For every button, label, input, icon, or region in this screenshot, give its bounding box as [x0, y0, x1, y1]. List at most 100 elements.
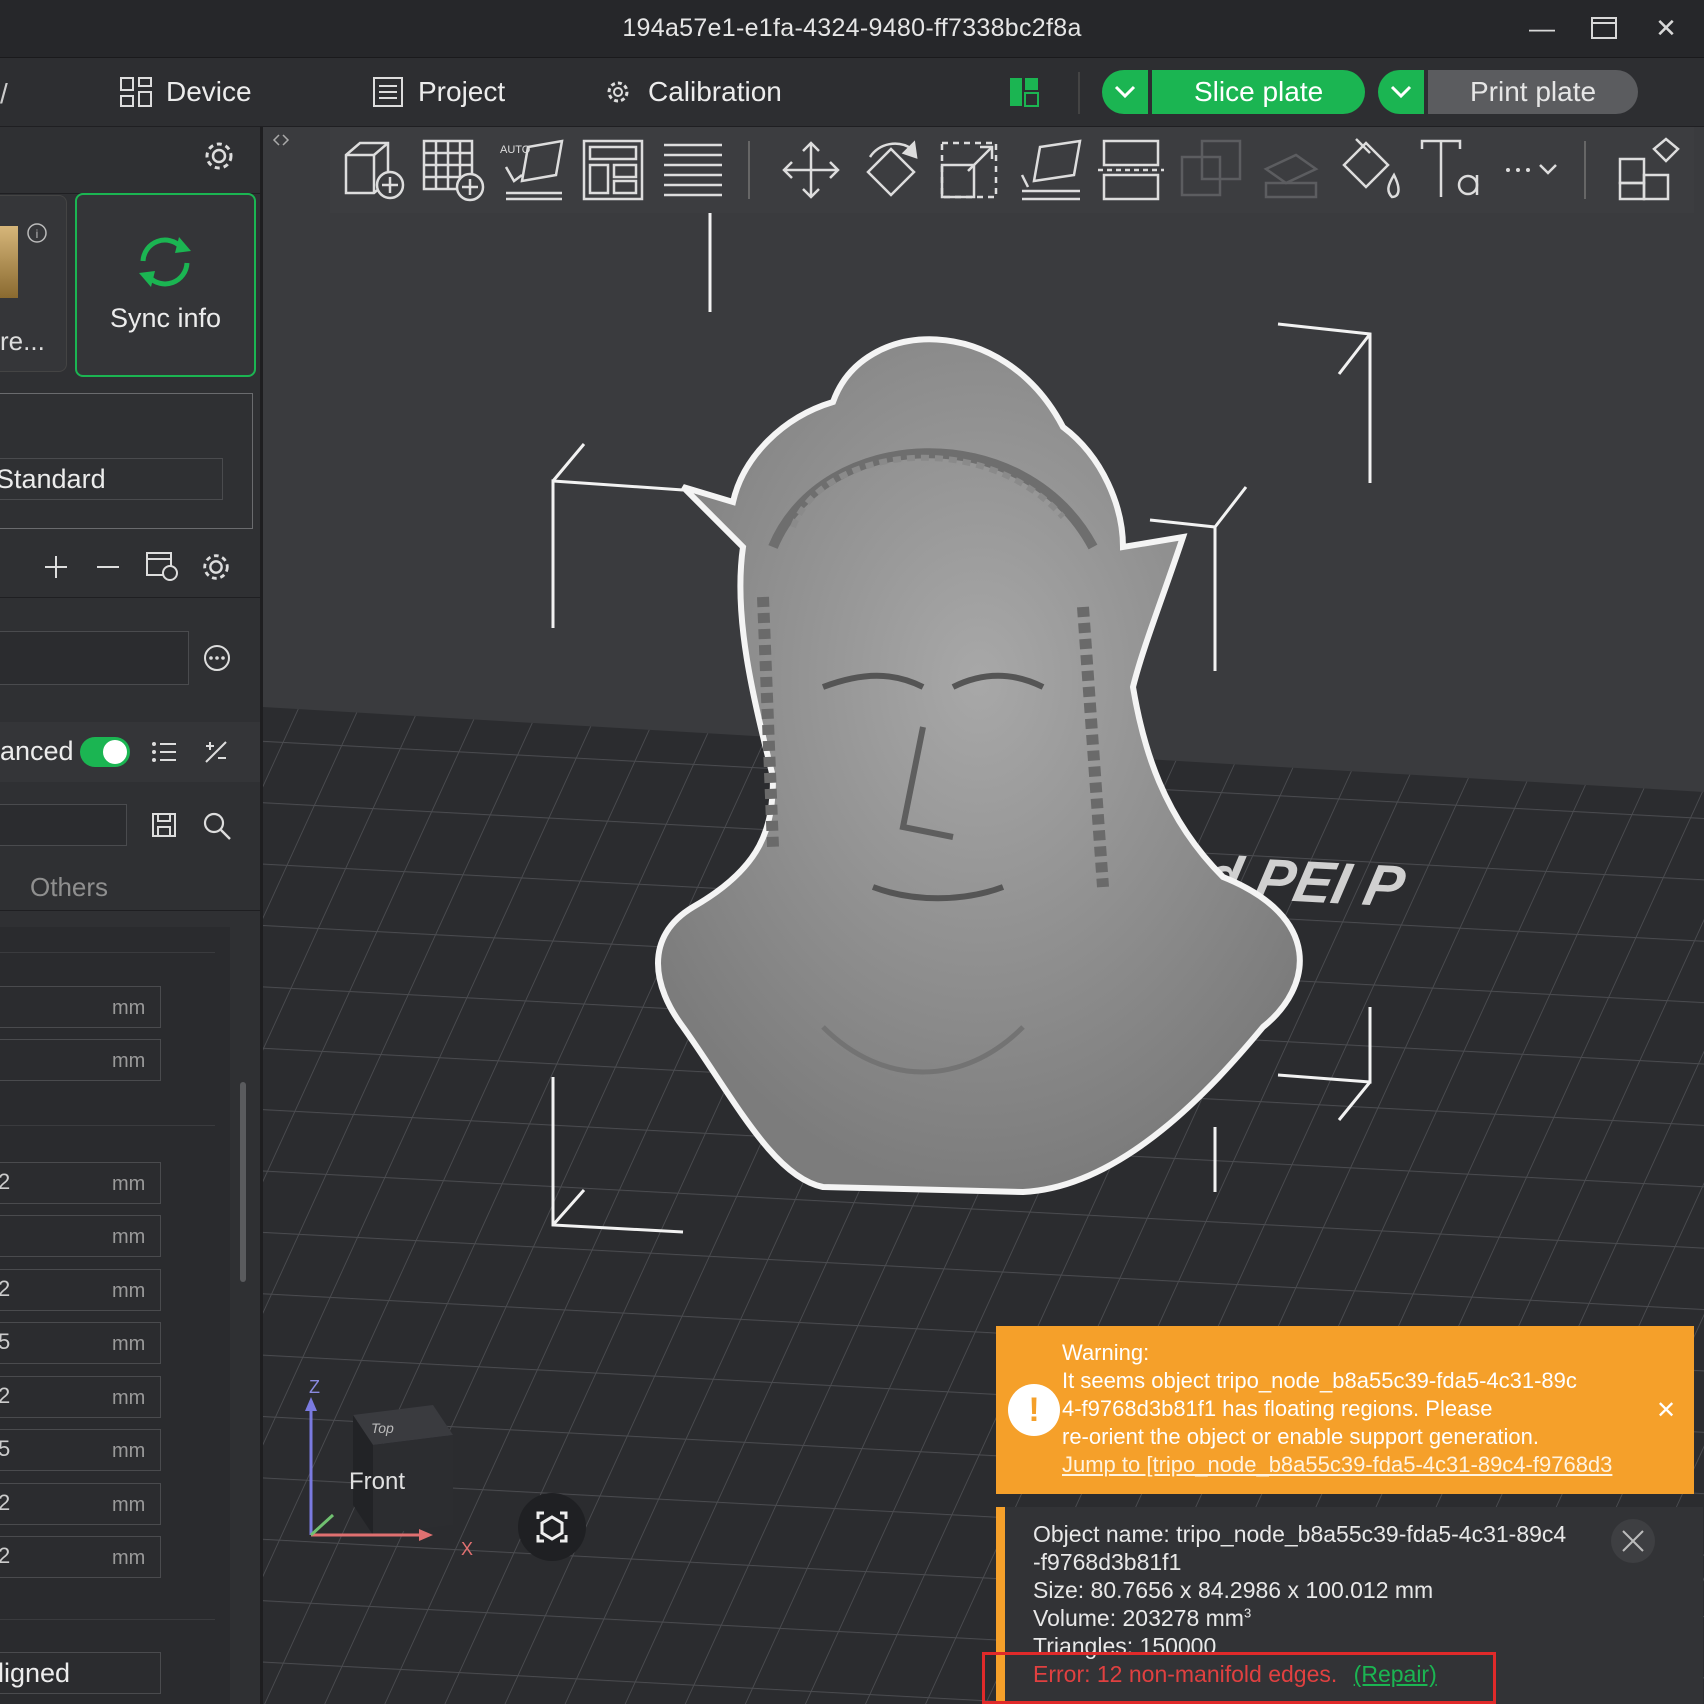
scale-tool-button[interactable]	[936, 135, 1006, 205]
rotate-tool-button[interactable]	[856, 135, 926, 205]
arrange-button[interactable]	[578, 135, 648, 205]
slice-plate-button[interactable]: Slice plate	[1102, 70, 1366, 114]
collapse-sidebar-icon[interactable]	[271, 131, 291, 149]
text-icon	[1420, 139, 1479, 197]
maximize-icon	[1591, 17, 1617, 39]
setting-field-9[interactable]: 2 mm	[0, 1483, 161, 1525]
close-warning-button[interactable]: ✕	[1656, 1396, 1676, 1425]
print-dropdown-button[interactable]	[1378, 70, 1424, 114]
boolean-tool-button[interactable]	[1176, 135, 1246, 205]
auto-orient-icon: AUTO	[500, 139, 564, 201]
object-name-line-2: -f9768d3b81f1	[1033, 1549, 1182, 1575]
main-menu-bar: / Device Project Calibration Slice plate…	[0, 58, 1704, 127]
minimize-button[interactable]: —	[1520, 10, 1564, 46]
setting-field-1[interactable]: mm	[0, 986, 161, 1028]
divider	[0, 1619, 215, 1620]
cut-tool-button[interactable]	[1096, 135, 1166, 205]
move-icon	[782, 141, 840, 199]
advanced-toggle[interactable]	[80, 737, 130, 767]
toolbar-separator	[748, 141, 750, 199]
rotate-icon	[866, 140, 918, 197]
project-icon	[373, 77, 403, 107]
sidebar-scrollbar[interactable]	[240, 1082, 246, 1282]
warning-icon: !	[1008, 1384, 1060, 1436]
add-icon[interactable]	[42, 553, 70, 581]
search-icon[interactable]	[202, 811, 232, 841]
unit-label: mm	[112, 1280, 146, 1302]
save-icon[interactable]	[150, 811, 178, 839]
tab-calibration[interactable]: Calibration	[600, 70, 782, 114]
split-layers-button[interactable]	[658, 135, 728, 205]
info-icon[interactable]: i	[26, 222, 48, 244]
printer-card[interactable]: i re...	[0, 195, 67, 372]
reset-view-button[interactable]	[518, 1493, 586, 1561]
window-title: 194a57e1-e1fa-4324-9480-ff7338bc2f8a	[622, 14, 1082, 42]
setting-field-4[interactable]: mm	[0, 1215, 161, 1257]
printer-settings-gear-icon[interactable]	[202, 139, 236, 173]
setting-field-5[interactable]: 2 mm	[0, 1269, 161, 1311]
grid-plus-icon	[422, 139, 485, 202]
setting-field-10[interactable]: 2 mm	[0, 1536, 161, 1578]
volume-superscript: 3	[1243, 1605, 1252, 1621]
more-options-icon[interactable]	[202, 643, 232, 673]
jump-to-object-link[interactable]: Jump to [tripo_node_b8a55c39-fda5-4c31-8…	[1062, 1452, 1688, 1478]
filament-sync-icon[interactable]	[144, 549, 180, 583]
tab-device[interactable]: Device	[118, 70, 252, 114]
list-icon[interactable]	[150, 738, 178, 766]
menu-separator	[1078, 72, 1080, 114]
text-tool-button[interactable]	[1416, 135, 1486, 205]
add-plate-button[interactable]	[418, 135, 488, 205]
close-window-button[interactable]: ✕	[1644, 10, 1688, 46]
color-paint-button[interactable]	[1336, 135, 1406, 205]
left-sidebar: i re... Sync info Standard anced Others …	[0, 127, 263, 1704]
plate-type-field[interactable]	[0, 631, 189, 685]
warning-text-2: 4-f9768d3b81f1 has floating regions. Ple…	[1062, 1396, 1493, 1421]
slice-dropdown-button[interactable]	[1102, 70, 1148, 114]
support-paint-button[interactable]	[1256, 135, 1326, 205]
process-preset-select[interactable]: Standard	[0, 458, 223, 500]
setting-field-6[interactable]: 5 mm	[0, 1322, 161, 1364]
support-paint-icon	[1263, 153, 1319, 199]
auto-orient-button[interactable]: AUTO	[498, 135, 568, 205]
lay-on-face-button[interactable]	[1016, 135, 1086, 205]
sync-info-button[interactable]: Sync info	[75, 193, 256, 377]
setting-field-2[interactable]: mm	[0, 1039, 161, 1081]
unit-label: mm	[112, 997, 146, 1019]
print-plate-button[interactable]: Print plate	[1378, 70, 1639, 114]
process-preset-value: Standard	[0, 464, 106, 494]
view-orientation-cube[interactable]: Top Front	[293, 1385, 463, 1555]
preset-name-field[interactable]	[0, 804, 127, 846]
object-size: Size: 80.7656 x 84.2986 x 100.012 mm	[1033, 1577, 1434, 1603]
close-info-button[interactable]	[1611, 1519, 1655, 1563]
layers-icon	[664, 143, 722, 197]
setting-field-8[interactable]: 5 mm	[0, 1429, 161, 1471]
tab-others[interactable]: Others	[30, 872, 108, 903]
compare-icon[interactable]	[202, 738, 230, 766]
process-preset-panel: Standard	[0, 393, 253, 529]
divider	[0, 1125, 215, 1126]
divider	[0, 910, 260, 911]
puzzle-icon	[1618, 137, 1680, 201]
layout-toggle-icon[interactable]	[1008, 76, 1040, 108]
filament-settings-gear-icon[interactable]	[200, 551, 232, 583]
more-tools-button[interactable]	[1496, 135, 1566, 205]
warning-text-3: re-orient the object or enable support g…	[1062, 1424, 1539, 1449]
move-tool-button[interactable]	[776, 135, 846, 205]
add-object-button[interactable]	[338, 135, 408, 205]
camera-reset-icon	[536, 1511, 568, 1543]
print-plate-label: Print plate	[1428, 70, 1639, 114]
tab-project[interactable]: Project	[370, 70, 505, 114]
setting-field-7[interactable]: 2 mm	[0, 1376, 161, 1418]
unit-label: mm	[112, 1173, 146, 1195]
paint-bucket-icon	[1342, 138, 1400, 199]
remove-icon[interactable]	[94, 553, 122, 581]
device-icon	[120, 77, 152, 107]
maximize-button[interactable]	[1582, 10, 1626, 46]
unit-label: mm	[112, 1494, 146, 1516]
advanced-row: anced	[0, 722, 260, 782]
add-cube-icon	[344, 141, 405, 200]
seam-position-select[interactable]: ligned	[0, 1652, 161, 1694]
setting-field-3[interactable]: 2 mm	[0, 1162, 161, 1204]
assembly-view-button[interactable]	[1614, 135, 1684, 205]
unit-label: mm	[112, 1547, 146, 1569]
